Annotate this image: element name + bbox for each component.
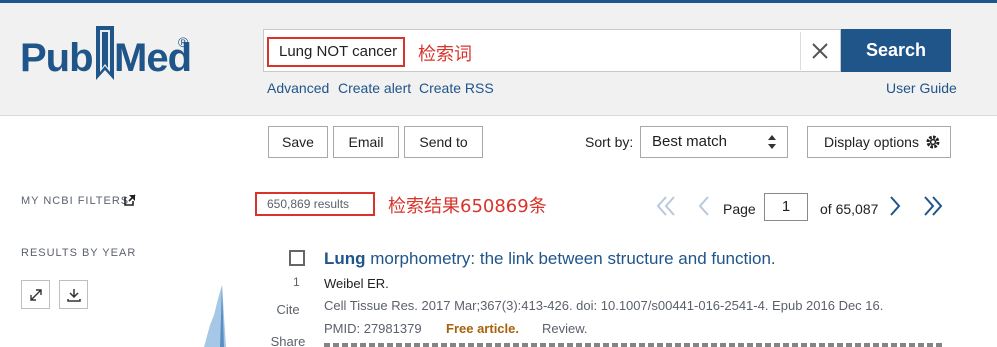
page-number-input[interactable]: 1 (764, 193, 808, 221)
save-button[interactable]: Save (268, 126, 328, 158)
close-icon (811, 43, 828, 59)
page-label: Page (723, 201, 756, 217)
search-term-annotation: 检索词 (418, 44, 472, 65)
email-button[interactable]: Email (333, 126, 399, 158)
pubmed-logo[interactable]: Pub Med ® (20, 24, 200, 84)
sort-select[interactable]: Best match (640, 126, 788, 158)
download-timeline-button[interactable] (59, 280, 88, 309)
search-input[interactable]: Lung NOT cancer (267, 37, 405, 67)
article-pmid: PMID: 27981379 (324, 321, 422, 336)
my-ncbi-filters-heading[interactable]: MY NCBI FILTERS (21, 195, 129, 207)
article-title-link[interactable]: Lung morphometry: the link between struc… (324, 249, 776, 269)
title-highlight: Lung (324, 249, 366, 268)
results-count: 650,869 results (255, 192, 375, 216)
results-by-year-chart (204, 285, 226, 347)
logo-text-pub: Pub (20, 36, 94, 80)
download-icon (66, 288, 81, 302)
share-button[interactable]: Share (268, 334, 308, 347)
create-rss-link[interactable]: Create RSS (419, 80, 494, 96)
sort-caret-icon (768, 135, 776, 149)
gear-icon (926, 135, 940, 149)
result-number: 1 (293, 275, 300, 289)
expand-timeline-button[interactable] (21, 280, 50, 309)
result-checkbox[interactable] (289, 250, 305, 266)
total-pages-label: of 65,087 (820, 201, 879, 217)
title-text: morphometry: the link between structure … (365, 249, 776, 268)
first-page-icon[interactable] (655, 194, 677, 218)
previous-page-icon[interactable] (697, 194, 711, 218)
cite-button[interactable]: Cite (268, 302, 308, 317)
advanced-search-link[interactable]: Advanced (267, 80, 329, 96)
next-page-icon[interactable] (888, 194, 902, 218)
results-annotation: 检索结果650869条 (388, 196, 547, 217)
display-options-label: Display options (824, 134, 919, 150)
article-citation: Cell Tissue Res. 2017 Mar;367(3):413-426… (324, 298, 884, 313)
article-type-label: Review. (542, 321, 588, 336)
registered-mark: ® (178, 34, 189, 50)
user-guide-link[interactable]: User Guide (886, 80, 957, 96)
article-snippet (324, 341, 944, 347)
create-alert-link[interactable]: Create alert (338, 80, 411, 96)
article-authors: Weibel ER. (324, 276, 389, 291)
send-to-button[interactable]: Send to (404, 126, 483, 158)
sort-selected-value: Best match (652, 133, 728, 150)
results-by-year-heading: RESULTS BY YEAR (21, 247, 137, 259)
expand-icon (29, 288, 42, 301)
clear-search-button[interactable] (800, 32, 838, 70)
free-article-label: Free article. (446, 321, 519, 336)
last-page-icon[interactable] (922, 194, 944, 218)
external-link-icon[interactable] (124, 194, 136, 206)
sort-by-label: Sort by: (585, 134, 634, 150)
search-button[interactable]: Search (841, 29, 951, 72)
display-options-button[interactable]: Display options (807, 126, 951, 158)
